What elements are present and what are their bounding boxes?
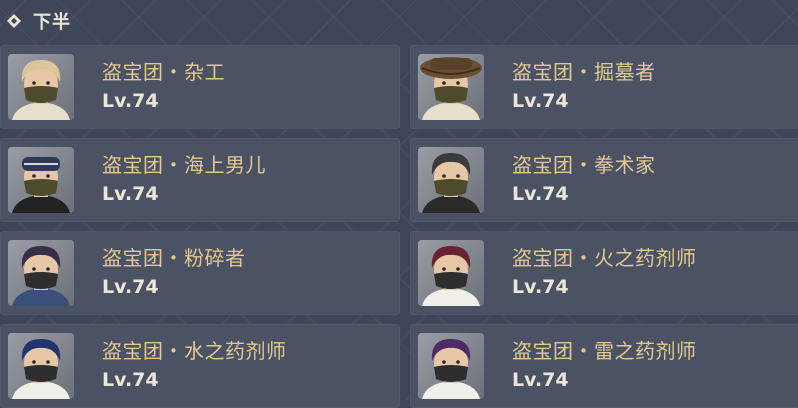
enemy-name: 盗宝团・拳术家 bbox=[512, 153, 656, 177]
enemy-name: 盗宝团・雷之药剂师 bbox=[512, 339, 697, 363]
enemy-card[interactable]: 盗宝团・拳术家 Lv.74 bbox=[410, 138, 798, 222]
enemy-level: Lv.74 bbox=[512, 90, 569, 112]
section-title: 下半 bbox=[33, 12, 71, 33]
enemy-card[interactable]: 盗宝团・海上男儿 Lv.74 bbox=[0, 138, 400, 222]
enemy-card[interactable]: 盗宝团・杂工 Lv.74 bbox=[0, 45, 400, 129]
enemy-info: 盗宝团・杂工 Lv.74 bbox=[102, 59, 225, 115]
treasure-hoarder-electro-potioneer-avatar bbox=[418, 333, 484, 399]
enemy-info: 盗宝团・粉碎者 Lv.74 bbox=[102, 245, 246, 301]
enemy-name: 盗宝团・杂工 bbox=[102, 60, 225, 84]
treasure-hoarder-handyman-avatar bbox=[8, 54, 74, 120]
enemy-info: 盗宝团・拳术家 Lv.74 bbox=[512, 152, 656, 208]
treasure-hoarder-crusher-avatar bbox=[8, 240, 74, 306]
enemy-level: Lv.74 bbox=[512, 369, 569, 391]
enemy-name: 盗宝团・海上男儿 bbox=[102, 153, 266, 177]
treasure-hoarder-seaman-avatar bbox=[8, 147, 74, 213]
enemy-name: 盗宝团・火之药剂师 bbox=[512, 246, 697, 270]
treasure-hoarder-gravedigger-avatar bbox=[418, 54, 484, 120]
enemy-name: 盗宝团・粉碎者 bbox=[102, 246, 246, 270]
enemy-info: 盗宝团・雷之药剂师 Lv.74 bbox=[512, 338, 697, 394]
enemy-card[interactable]: 盗宝团・雷之药剂师 Lv.74 bbox=[410, 324, 798, 408]
treasure-hoarder-pugilist-avatar bbox=[418, 147, 484, 213]
enemy-info: 盗宝团・海上男儿 Lv.74 bbox=[102, 152, 266, 208]
enemy-info: 盗宝团・水之药剂师 Lv.74 bbox=[102, 338, 287, 394]
collapse-diamond-icon[interactable] bbox=[7, 14, 21, 28]
enemy-level: Lv.74 bbox=[102, 90, 159, 112]
enemy-grid: 盗宝团・杂工 Lv.74 盗宝团・掘墓者 Lv.74 盗宝团・海上男儿 Lv.7… bbox=[0, 45, 798, 408]
enemy-level: Lv.74 bbox=[512, 276, 569, 298]
enemy-name: 盗宝团・水之药剂师 bbox=[102, 339, 287, 363]
enemy-card[interactable]: 盗宝团・粉碎者 Lv.74 bbox=[0, 231, 400, 315]
enemy-level: Lv.74 bbox=[102, 369, 159, 391]
enemy-card[interactable]: 盗宝团・水之药剂师 Lv.74 bbox=[0, 324, 400, 408]
treasure-hoarder-pyro-potioneer-avatar bbox=[418, 240, 484, 306]
enemy-info: 盗宝团・掘墓者 Lv.74 bbox=[512, 59, 656, 115]
enemy-info: 盗宝团・火之药剂师 Lv.74 bbox=[512, 245, 697, 301]
treasure-hoarder-hydro-potioneer-avatar bbox=[8, 333, 74, 399]
enemy-level: Lv.74 bbox=[102, 276, 159, 298]
enemy-card[interactable]: 盗宝团・掘墓者 Lv.74 bbox=[410, 45, 798, 129]
enemy-card[interactable]: 盗宝团・火之药剂师 Lv.74 bbox=[410, 231, 798, 315]
section-header[interactable]: 下半 bbox=[0, 0, 798, 42]
enemy-level: Lv.74 bbox=[102, 183, 159, 205]
enemy-level: Lv.74 bbox=[512, 183, 569, 205]
enemy-name: 盗宝团・掘墓者 bbox=[512, 60, 656, 84]
